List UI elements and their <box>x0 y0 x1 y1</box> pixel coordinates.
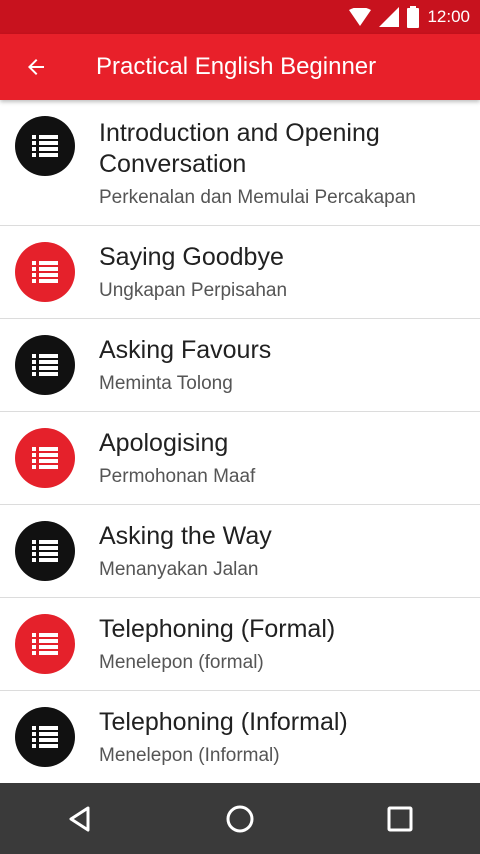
lesson-subtitle: Ungkapan Perpisahan <box>99 280 288 301</box>
list-icon <box>15 335 75 395</box>
lesson-title: Asking the Way <box>99 522 272 550</box>
lesson-subtitle: Perkenalan dan Memulai Percakapan <box>99 187 416 208</box>
lesson-subtitle: Menelepon (formal) <box>99 652 264 673</box>
lesson-title: Saying Goodbye <box>99 243 284 271</box>
list-item[interactable]: Telephoning (Informal) Menelepon (Inform… <box>0 691 480 783</box>
battery-icon <box>407 6 420 28</box>
list-icon <box>15 242 75 302</box>
lesson-list: Introduction and Opening Conversation Pe… <box>0 100 480 783</box>
lesson-title: Telephoning (Formal) <box>99 615 336 643</box>
list-icon <box>15 707 75 767</box>
recents-square-icon[interactable] <box>370 789 430 849</box>
lesson-title: Telephoning (Informal) <box>99 708 348 736</box>
list-item[interactable]: Introduction and Opening Conversation Pe… <box>0 100 480 226</box>
home-circle-icon[interactable] <box>210 789 270 849</box>
signal-icon <box>379 7 400 27</box>
arrow-back-icon[interactable] <box>0 34 72 100</box>
list-icon <box>15 521 75 581</box>
list-item[interactable]: Asking the Way Menanyakan Jalan <box>0 505 480 598</box>
list-item[interactable]: Asking Favours Meminta Tolong <box>0 319 480 412</box>
list-icon <box>15 116 75 176</box>
list-item[interactable]: Telephoning (Formal) Menelepon (formal) <box>0 598 480 691</box>
status-clock: 12:00 <box>427 7 470 26</box>
app-bar: Practical English Beginner <box>0 34 480 100</box>
back-triangle-icon[interactable] <box>50 789 110 849</box>
list-item[interactable]: Apologising Permohonan Maaf <box>0 412 480 505</box>
lesson-title: Introduction and Opening Conversation <box>99 119 380 178</box>
lesson-subtitle: Meminta Tolong <box>99 373 233 394</box>
wifi-icon <box>349 8 372 26</box>
list-icon <box>15 614 75 674</box>
lesson-subtitle: Menelepon (Informal) <box>99 745 280 766</box>
lesson-title: Asking Favours <box>99 336 272 364</box>
navigation-bar <box>0 783 480 854</box>
status-bar: 12:00 <box>0 0 480 34</box>
lesson-subtitle: Permohonan Maaf <box>99 466 256 487</box>
list-item[interactable]: Saying Goodbye Ungkapan Perpisahan <box>0 226 480 319</box>
list-icon <box>15 428 75 488</box>
lesson-title: Apologising <box>99 429 229 457</box>
page-title: Practical English Beginner <box>96 53 377 80</box>
lesson-subtitle: Menanyakan Jalan <box>99 559 259 580</box>
